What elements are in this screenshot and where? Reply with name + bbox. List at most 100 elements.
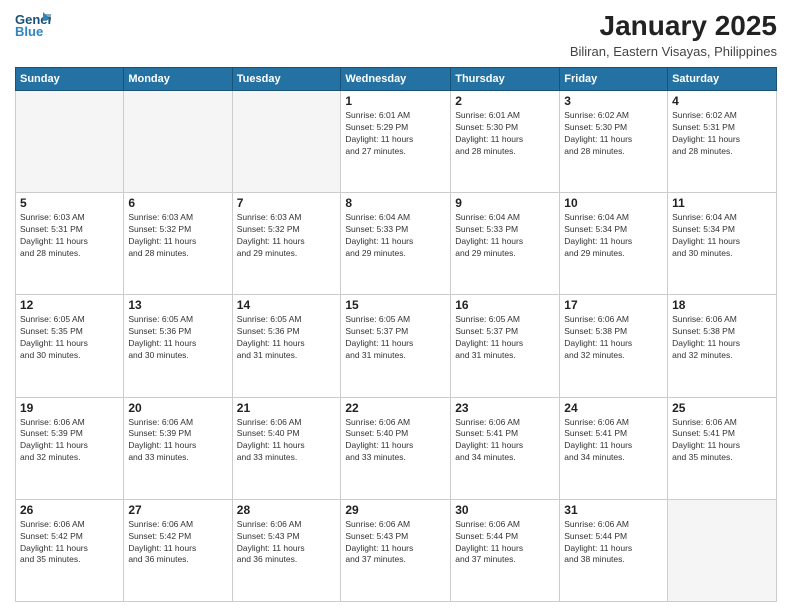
calendar-cell: 7 Sunrise: 6:03 AM Sunset: 5:32 PM Daylig…: [232, 193, 341, 295]
day-info: Sunrise: 6:01 AM Sunset: 5:30 PM Dayligh…: [455, 110, 555, 158]
header-row: Sunday Monday Tuesday Wednesday Thursday…: [16, 68, 777, 91]
day-number: 12: [20, 298, 119, 312]
day-info: Sunrise: 6:03 AM Sunset: 5:32 PM Dayligh…: [128, 212, 227, 260]
day-number: 17: [564, 298, 663, 312]
calendar-table: Sunday Monday Tuesday Wednesday Thursday…: [15, 67, 777, 602]
day-info: Sunrise: 6:06 AM Sunset: 5:42 PM Dayligh…: [20, 519, 119, 567]
day-info: Sunrise: 6:06 AM Sunset: 5:38 PM Dayligh…: [672, 314, 772, 362]
day-info: Sunrise: 6:05 AM Sunset: 5:36 PM Dayligh…: [128, 314, 227, 362]
calendar-cell: 29 Sunrise: 6:06 AM Sunset: 5:43 PM Dayli…: [341, 499, 451, 601]
day-info: Sunrise: 6:06 AM Sunset: 5:42 PM Dayligh…: [128, 519, 227, 567]
day-info: Sunrise: 6:06 AM Sunset: 5:39 PM Dayligh…: [128, 417, 227, 465]
calendar-header: Sunday Monday Tuesday Wednesday Thursday…: [16, 68, 777, 91]
day-info: Sunrise: 6:06 AM Sunset: 5:41 PM Dayligh…: [564, 417, 663, 465]
col-thursday: Thursday: [451, 68, 560, 91]
day-number: 1: [345, 94, 446, 108]
calendar-cell: 21 Sunrise: 6:06 AM Sunset: 5:40 PM Dayli…: [232, 397, 341, 499]
day-number: 2: [455, 94, 555, 108]
day-number: 31: [564, 503, 663, 517]
calendar-cell: 6 Sunrise: 6:03 AM Sunset: 5:32 PM Daylig…: [124, 193, 232, 295]
day-info: Sunrise: 6:05 AM Sunset: 5:36 PM Dayligh…: [237, 314, 337, 362]
day-info: Sunrise: 6:06 AM Sunset: 5:40 PM Dayligh…: [237, 417, 337, 465]
calendar-week-3: 12 Sunrise: 6:05 AM Sunset: 5:35 PM Dayli…: [16, 295, 777, 397]
calendar-cell: 3 Sunrise: 6:02 AM Sunset: 5:30 PM Daylig…: [560, 91, 668, 193]
day-info: Sunrise: 6:06 AM Sunset: 5:44 PM Dayligh…: [455, 519, 555, 567]
calendar-cell: [124, 91, 232, 193]
calendar-cell: 22 Sunrise: 6:06 AM Sunset: 5:40 PM Dayli…: [341, 397, 451, 499]
day-number: 14: [237, 298, 337, 312]
calendar-cell: [668, 499, 777, 601]
calendar-cell: 8 Sunrise: 6:04 AM Sunset: 5:33 PM Daylig…: [341, 193, 451, 295]
day-info: Sunrise: 6:05 AM Sunset: 5:35 PM Dayligh…: [20, 314, 119, 362]
day-info: Sunrise: 6:01 AM Sunset: 5:29 PM Dayligh…: [345, 110, 446, 158]
calendar-cell: [232, 91, 341, 193]
day-number: 8: [345, 196, 446, 210]
page: General Blue January 2025 Biliran, Easte…: [0, 0, 792, 612]
day-number: 19: [20, 401, 119, 415]
day-number: 7: [237, 196, 337, 210]
calendar-cell: 1 Sunrise: 6:01 AM Sunset: 5:29 PM Daylig…: [341, 91, 451, 193]
day-number: 13: [128, 298, 227, 312]
day-number: 10: [564, 196, 663, 210]
day-info: Sunrise: 6:03 AM Sunset: 5:32 PM Dayligh…: [237, 212, 337, 260]
day-info: Sunrise: 6:06 AM Sunset: 5:43 PM Dayligh…: [345, 519, 446, 567]
day-number: 23: [455, 401, 555, 415]
day-number: 5: [20, 196, 119, 210]
calendar-cell: 2 Sunrise: 6:01 AM Sunset: 5:30 PM Daylig…: [451, 91, 560, 193]
col-sunday: Sunday: [16, 68, 124, 91]
col-monday: Monday: [124, 68, 232, 91]
day-number: 29: [345, 503, 446, 517]
col-tuesday: Tuesday: [232, 68, 341, 91]
day-number: 27: [128, 503, 227, 517]
day-number: 3: [564, 94, 663, 108]
day-info: Sunrise: 6:04 AM Sunset: 5:33 PM Dayligh…: [455, 212, 555, 260]
day-info: Sunrise: 6:06 AM Sunset: 5:40 PM Dayligh…: [345, 417, 446, 465]
calendar-cell: 31Sunrise: 6:06 AM Sunset: 5:44 PM Dayli…: [560, 499, 668, 601]
calendar-cell: 4Sunrise: 6:02 AM Sunset: 5:31 PM Daylig…: [668, 91, 777, 193]
day-number: 15: [345, 298, 446, 312]
day-number: 9: [455, 196, 555, 210]
day-number: 28: [237, 503, 337, 517]
calendar-cell: 18Sunrise: 6:06 AM Sunset: 5:38 PM Dayli…: [668, 295, 777, 397]
col-friday: Friday: [560, 68, 668, 91]
day-number: 6: [128, 196, 227, 210]
title-section: January 2025 Biliran, Eastern Visayas, P…: [570, 10, 777, 59]
day-number: 20: [128, 401, 227, 415]
calendar-cell: 9 Sunrise: 6:04 AM Sunset: 5:33 PM Daylig…: [451, 193, 560, 295]
day-info: Sunrise: 6:03 AM Sunset: 5:31 PM Dayligh…: [20, 212, 119, 260]
logo-icon: General Blue: [15, 10, 51, 38]
calendar-cell: 19Sunrise: 6:06 AM Sunset: 5:39 PM Dayli…: [16, 397, 124, 499]
day-info: Sunrise: 6:06 AM Sunset: 5:41 PM Dayligh…: [455, 417, 555, 465]
calendar-cell: [16, 91, 124, 193]
calendar-cell: 30 Sunrise: 6:06 AM Sunset: 5:44 PM Dayli…: [451, 499, 560, 601]
calendar-week-1: 1 Sunrise: 6:01 AM Sunset: 5:29 PM Daylig…: [16, 91, 777, 193]
svg-text:Blue: Blue: [15, 24, 43, 38]
calendar-body: 1 Sunrise: 6:01 AM Sunset: 5:29 PM Daylig…: [16, 91, 777, 602]
main-title: January 2025: [570, 10, 777, 42]
calendar-cell: 24Sunrise: 6:06 AM Sunset: 5:41 PM Dayli…: [560, 397, 668, 499]
day-number: 21: [237, 401, 337, 415]
day-number: 22: [345, 401, 446, 415]
calendar-cell: 27 Sunrise: 6:06 AM Sunset: 5:42 PM Dayli…: [124, 499, 232, 601]
calendar-cell: 16Sunrise: 6:05 AM Sunset: 5:37 PM Dayli…: [451, 295, 560, 397]
day-number: 11: [672, 196, 772, 210]
day-info: Sunrise: 6:04 AM Sunset: 5:34 PM Dayligh…: [564, 212, 663, 260]
day-info: Sunrise: 6:04 AM Sunset: 5:33 PM Dayligh…: [345, 212, 446, 260]
day-info: Sunrise: 6:06 AM Sunset: 5:41 PM Dayligh…: [672, 417, 772, 465]
day-info: Sunrise: 6:06 AM Sunset: 5:38 PM Dayligh…: [564, 314, 663, 362]
calendar-week-2: 5 Sunrise: 6:03 AM Sunset: 5:31 PM Daylig…: [16, 193, 777, 295]
calendar-cell: 13 Sunrise: 6:05 AM Sunset: 5:36 PM Dayli…: [124, 295, 232, 397]
calendar-cell: 10 Sunrise: 6:04 AM Sunset: 5:34 PM Dayli…: [560, 193, 668, 295]
day-number: 25: [672, 401, 772, 415]
header: General Blue January 2025 Biliran, Easte…: [15, 10, 777, 59]
day-info: Sunrise: 6:02 AM Sunset: 5:30 PM Dayligh…: [564, 110, 663, 158]
day-number: 30: [455, 503, 555, 517]
calendar-cell: 23 Sunrise: 6:06 AM Sunset: 5:41 PM Dayli…: [451, 397, 560, 499]
logo: General Blue: [15, 10, 51, 38]
day-number: 4: [672, 94, 772, 108]
calendar-cell: 12 Sunrise: 6:05 AM Sunset: 5:35 PM Dayli…: [16, 295, 124, 397]
subtitle: Biliran, Eastern Visayas, Philippines: [570, 44, 777, 59]
day-number: 26: [20, 503, 119, 517]
calendar-cell: 28Sunrise: 6:06 AM Sunset: 5:43 PM Dayli…: [232, 499, 341, 601]
calendar-week-5: 26 Sunrise: 6:06 AM Sunset: 5:42 PM Dayli…: [16, 499, 777, 601]
